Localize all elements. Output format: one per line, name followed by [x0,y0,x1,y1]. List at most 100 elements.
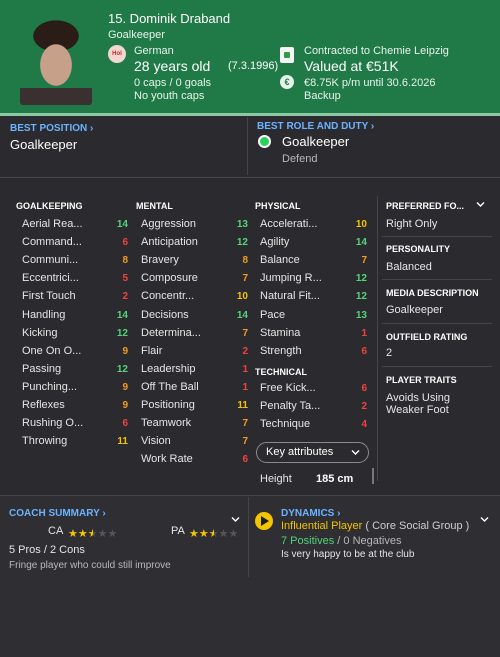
attribute-value: 11 [237,400,248,411]
player-trait: Avoids Using Weaker Foot [386,392,450,416]
best-role-link[interactable]: BEST ROLE AND DUTY › [257,121,374,132]
attribute-label: Balance [260,254,300,267]
attribute-value: 5 [122,273,128,285]
star-icon: ★ [107,528,118,540]
coach-summary-text: Fringe player who could still improve [9,560,171,571]
player-value: Valued at €51K [304,58,399,74]
attribute-value: 12 [116,363,128,375]
attribute-value: 2 [361,401,367,413]
attribute-value: 14 [116,309,128,321]
squad-status: Backup [304,90,341,102]
header-divider [0,113,500,116]
attribute-value: 7 [242,273,248,285]
attribute-label: Vision [141,435,171,448]
attribute-value: 2 [122,291,128,303]
attribute-value: 13 [355,309,367,321]
divider [382,279,492,280]
best-duty-value: Defend [282,153,318,165]
attribute-value: 6 [361,345,367,357]
attribute-label: Handling [22,308,66,321]
goalkeeping-header: GOALKEEPING [16,201,83,211]
star-icon: ★ [77,528,88,540]
best-role-value: Goalkeeper [282,134,350,149]
attribute-label: Composure [141,272,198,285]
attribute-value: 6 [361,383,367,394]
attribute-value: 6 [122,237,128,249]
attribute-label: Aggression [141,218,197,230]
club-badge-icon [280,47,294,63]
attribute-value: 12 [355,291,367,303]
attribute-value: 9 [122,381,128,393]
attribute-value: 1 [361,327,367,339]
attribute-label: Technique [260,418,311,431]
attribute-label: Bravery [141,254,179,267]
chevron-down-icon[interactable] [476,201,485,208]
attribute-value: 7 [242,327,248,339]
dynamics-counts: 7 Positives / 0 Negatives [281,535,402,547]
attribute-value: 8 [122,255,128,267]
ca-star-rating: ★★★★★ [68,524,117,542]
media-description-value: Goalkeeper [386,304,443,316]
attribute-label: Positioning [141,399,195,411]
attribute-value: 12 [116,327,128,339]
nationality-flag-icon: Hol [108,45,126,63]
divider [382,323,492,324]
attribute-value: 8 [242,255,248,267]
key-attributes-dropdown[interactable]: Key attributes [256,442,369,463]
contract-club[interactable]: Contracted to Chemie Leipzig [304,45,449,57]
best-position-value: Goalkeeper [10,137,78,152]
attribute-label: Rushing O... [22,417,84,430]
key-attributes-label: Key attributes [266,446,334,458]
attribute-value: 14 [116,219,128,230]
chevron-down-icon[interactable] [480,516,489,523]
influence-level: Influential Player [281,520,363,532]
dynamics-link[interactable]: DYNAMICS › [281,508,340,519]
social-group: ( Core Social Group ) [365,520,470,532]
star-icon: ★ [218,528,229,540]
attribute-value: 12 [355,273,367,285]
star-icon: ★ [208,528,219,540]
attribute-value: 6 [242,454,248,466]
attribute-value: 7 [242,436,248,448]
best-position-link[interactable]: BEST POSITION › [10,123,93,134]
attribute-label: Pace [260,308,286,321]
attribute-value: 7 [361,255,367,267]
date-of-birth: (7.3.1996) [228,60,279,72]
star-icon: ★ [87,528,98,540]
happiness-text: Is very happy to be at the club [281,549,415,560]
pros-cons[interactable]: 5 Pros / 2 Cons [9,544,85,556]
attribute-value: 14 [355,237,367,249]
attribute-label: Agility [260,236,290,249]
scrollbar[interactable] [372,468,374,484]
attribute-label: Concentr... [141,290,195,303]
height-value: 185 cm [316,473,354,485]
attribute-value: 1 [242,363,248,375]
role-suitability-icon [258,135,271,148]
attribute-label: Command... [22,236,82,249]
attribute-label: Reflexes [22,399,65,411]
attribute-label: Decisions [141,308,189,321]
mental-header: MENTAL [136,201,173,211]
pa-label: PA [171,525,185,537]
nationality[interactable]: German [134,45,174,57]
ca-label: CA [48,525,64,537]
attribute-value: 14 [236,309,248,321]
attribute-value: 6 [122,418,128,430]
attribute-label: Throwing [22,435,68,448]
attribute-value: 9 [122,345,128,357]
divider [248,497,249,577]
preferred-foot-value: Right Only [386,218,438,230]
coach-summary-link[interactable]: COACH SUMMARY › [9,508,106,519]
outfield-rating-title: OUTFIELD RATING [386,332,468,342]
star-icon: ★ [97,528,108,540]
positives-count: 7 Positives [281,535,335,547]
attribute-label: Jumping R... [260,272,322,285]
attribute-label: Teamwork [141,417,192,430]
technical-header: TECHNICAL [255,367,307,377]
personality-title: PERSONALITY [386,244,451,254]
wage-contract: €8.75K p/m until 30.6.2026 [304,77,436,89]
negatives-count: 0 Negatives [343,535,402,547]
player-position: Goalkeeper [108,29,165,41]
chevron-down-icon[interactable] [231,516,240,523]
divider [382,236,492,237]
